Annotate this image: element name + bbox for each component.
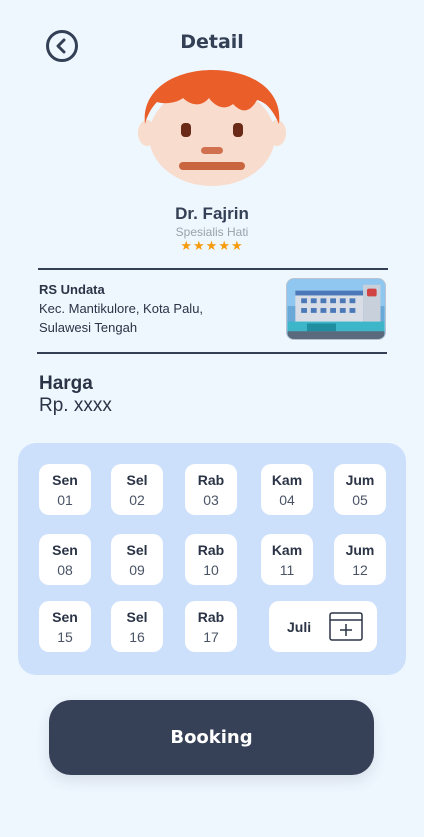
- divider-top: [38, 268, 388, 270]
- day-number: 17: [203, 629, 219, 645]
- month-label: Juli: [287, 619, 312, 635]
- day-name: Sen: [52, 609, 78, 625]
- hospital-name: RS Undata: [39, 282, 105, 297]
- day-number: 09: [129, 562, 145, 578]
- day-number: 12: [352, 562, 368, 578]
- day-number: 08: [57, 562, 73, 578]
- day-number: 01: [57, 492, 73, 508]
- doctor-avatar: [138, 70, 286, 186]
- day-number: 15: [57, 629, 73, 645]
- day-number: 05: [352, 492, 368, 508]
- day-chip[interactable]: Kam 11: [261, 534, 313, 585]
- day-name: Sel: [126, 472, 148, 488]
- day-name: Sel: [126, 542, 148, 558]
- price-label: Harga: [39, 373, 93, 394]
- day-chip[interactable]: Sen 08: [39, 534, 91, 585]
- day-number: 10: [203, 562, 219, 578]
- day-name: Rab: [197, 542, 225, 558]
- day-number: 04: [279, 492, 295, 508]
- booking-button[interactable]: Booking: [49, 700, 374, 775]
- day-number: 03: [203, 492, 219, 508]
- day-chip[interactable]: Sel 16: [111, 601, 163, 652]
- day-name: Jum: [345, 472, 375, 488]
- day-chip[interactable]: Sen 01: [39, 464, 91, 515]
- day-chip[interactable]: Rab 03: [185, 464, 237, 515]
- day-name: Sen: [52, 472, 78, 488]
- day-name: Kam: [271, 472, 303, 488]
- divider-bottom: [37, 352, 387, 354]
- price-value: Rp. xxxx: [39, 395, 112, 416]
- day-name: Sen: [52, 542, 78, 558]
- day-chip[interactable]: Kam 04: [261, 464, 313, 515]
- hospital-address-line2: Sulawesi Tengah: [39, 320, 138, 335]
- day-number: 16: [129, 629, 145, 645]
- doctor-name: Dr. Fajrin: [175, 204, 249, 223]
- day-chip[interactable]: Jum 12: [334, 534, 386, 585]
- hospital-address-line1: Kec. Mantikulore, Kota Palu,: [39, 301, 204, 316]
- day-name: Jum: [345, 542, 375, 558]
- day-chip[interactable]: Jum 05: [334, 464, 386, 515]
- day-chip[interactable]: Rab 17: [185, 601, 237, 652]
- day-name: Kam: [271, 542, 303, 558]
- month-selector[interactable]: Juli: [269, 601, 377, 652]
- day-chip[interactable]: Sen 15: [39, 601, 91, 652]
- doctor-specialty: Spesialis Hati: [175, 225, 249, 239]
- day-name: Rab: [197, 472, 225, 488]
- calendar-add-icon: [329, 612, 363, 641]
- day-name: Sel: [126, 609, 148, 625]
- rating-stars: ★★★★★: [180, 238, 244, 253]
- day-chip[interactable]: Rab 10: [185, 534, 237, 585]
- page-title: Detail: [180, 31, 244, 53]
- day-chip[interactable]: Sel 02: [111, 464, 163, 515]
- day-name: Rab: [197, 609, 225, 625]
- day-chip[interactable]: Sel 09: [111, 534, 163, 585]
- date-picker: Sen 01 Sel 02 Rab 03 Kam 04 Jum 05 Sen 08 Sel 0…: [18, 443, 406, 675]
- day-number: 02: [129, 492, 145, 508]
- hospital-photo: [286, 278, 386, 340]
- day-number: 11: [279, 562, 295, 578]
